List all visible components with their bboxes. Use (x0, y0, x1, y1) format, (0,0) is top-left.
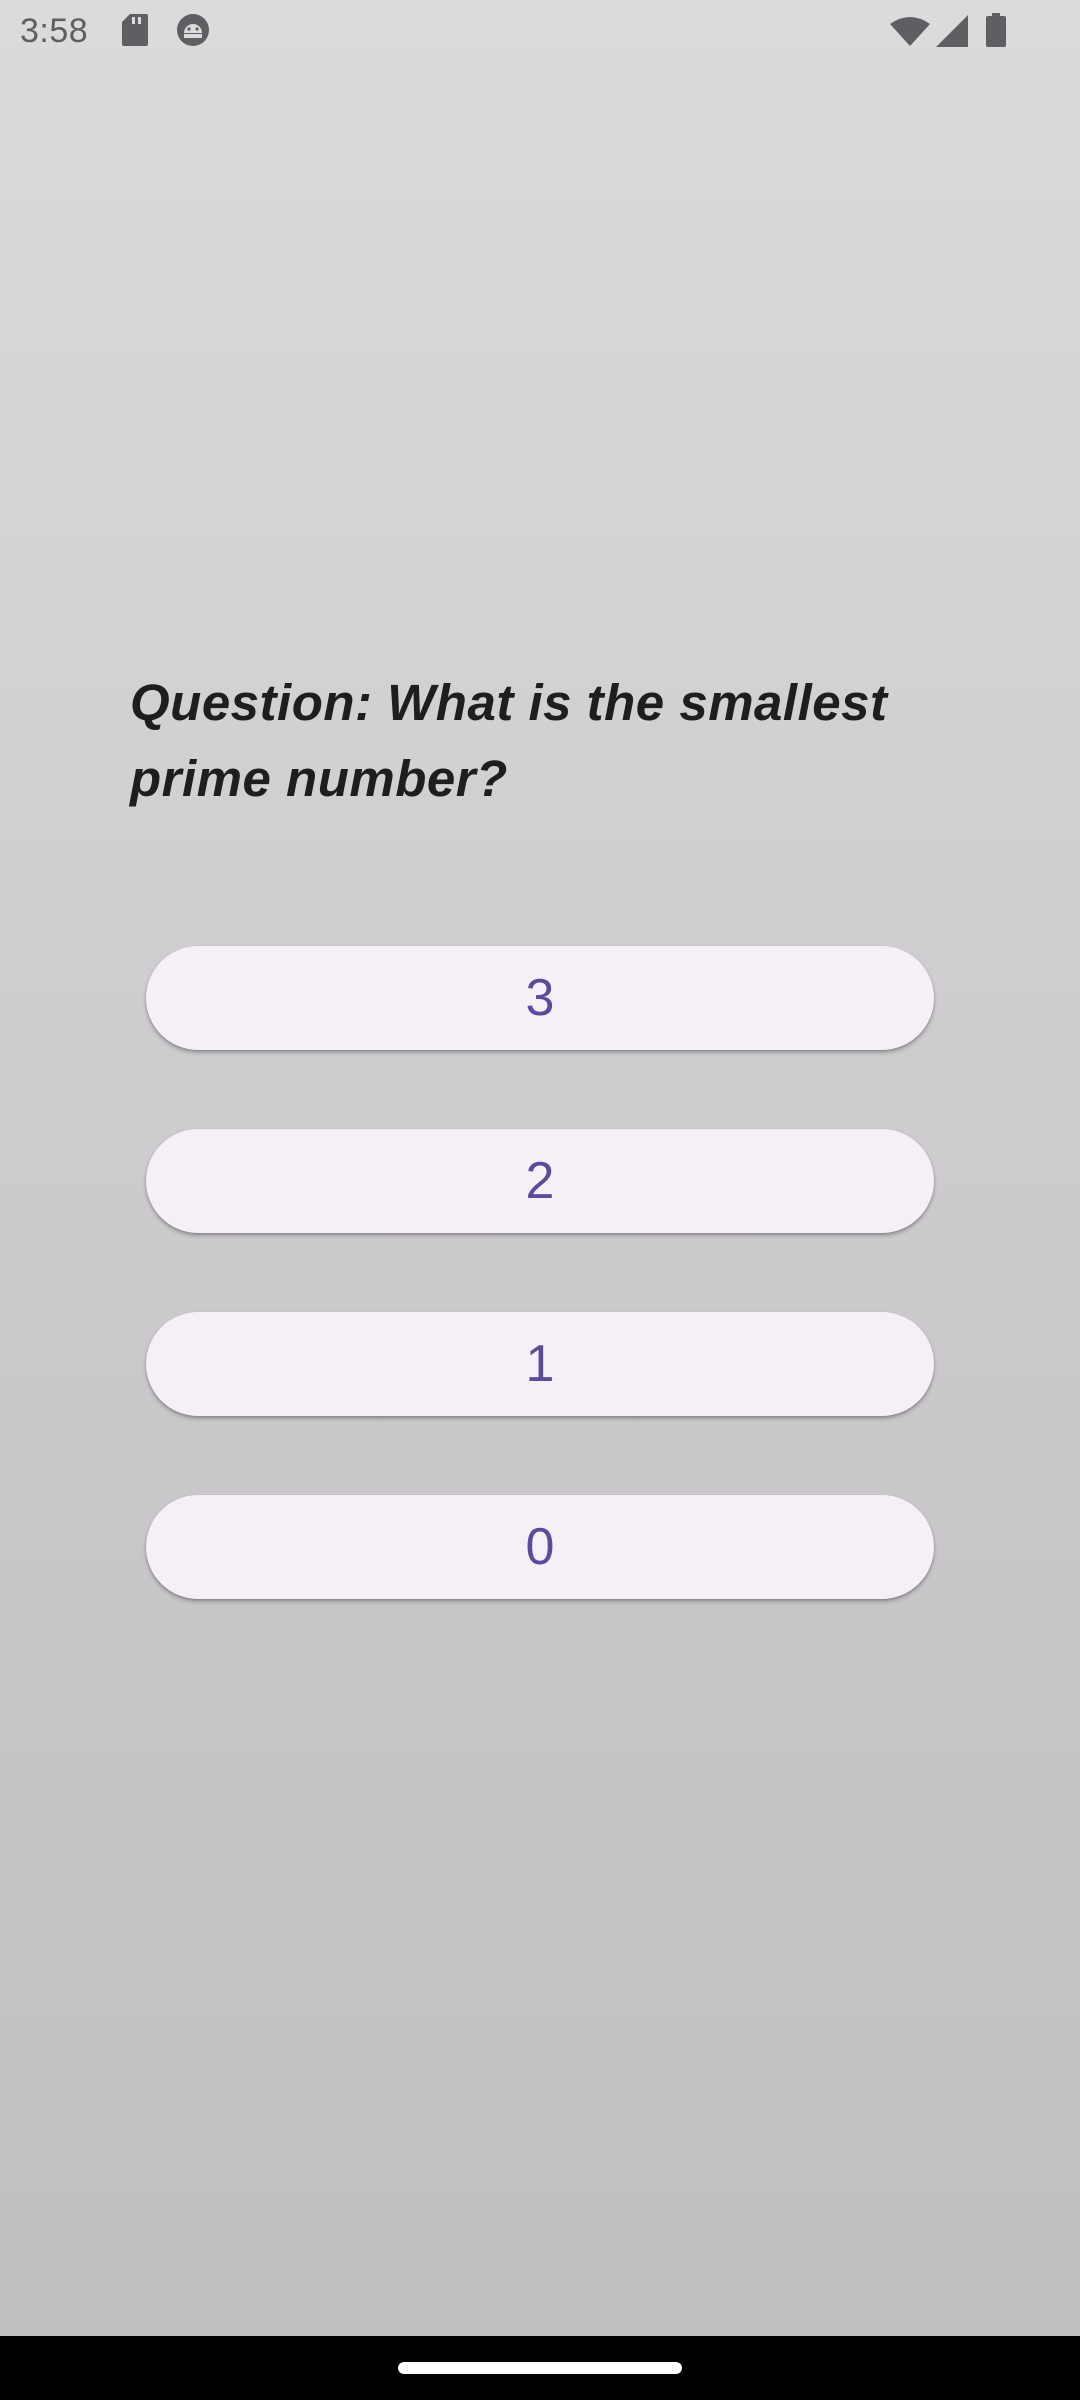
wifi-icon (890, 16, 930, 46)
answer-button-2[interactable]: 2 (146, 1129, 934, 1233)
sd-card-icon (122, 14, 148, 46)
answer-button-3[interactable]: 3 (146, 946, 934, 1050)
status-time: 3:58 (20, 12, 89, 50)
question-text: Question: What is the smallest prime num… (130, 674, 888, 807)
answer-list: 3 2 1 0 (146, 946, 934, 1678)
android-debug-icon (176, 13, 210, 47)
cellular-signal-icon (936, 15, 968, 47)
answer-button-0[interactable]: 0 (146, 1495, 934, 1599)
home-gesture-handle[interactable] (398, 2362, 682, 2374)
status-bar: 3:58 (0, 0, 1080, 64)
battery-icon (986, 13, 1006, 47)
navigation-bar (0, 2336, 1080, 2400)
answer-button-1[interactable]: 1 (146, 1312, 934, 1416)
